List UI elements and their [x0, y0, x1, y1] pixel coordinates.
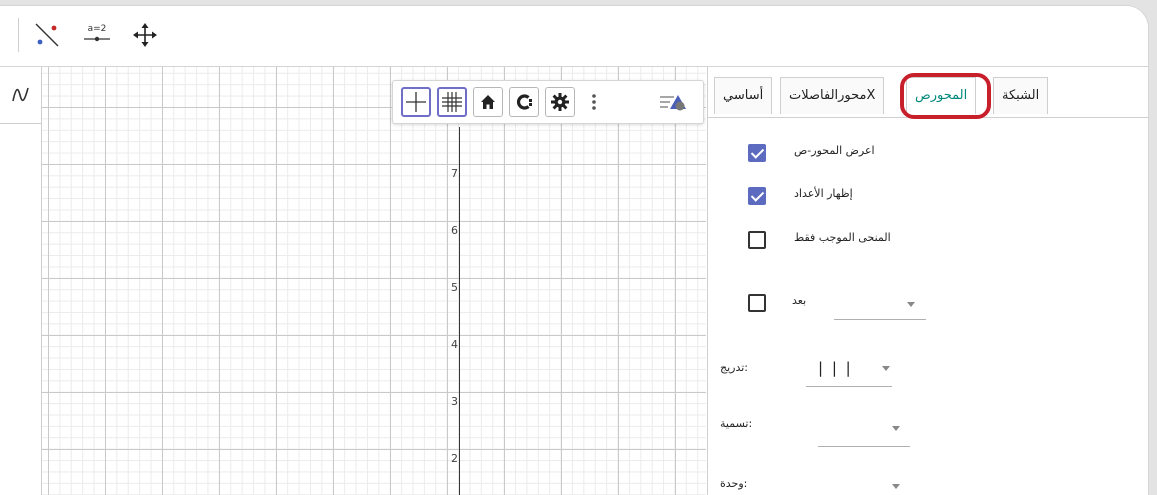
- settings-icon: [551, 93, 569, 111]
- tab-x-axis[interactable]: محورالفاصلاتX: [780, 77, 885, 114]
- unit-label: :وحدة: [720, 477, 748, 490]
- line-tool-button[interactable]: [28, 16, 66, 54]
- style-bar-toggle[interactable]: [655, 87, 691, 117]
- graphics-style-bar: [392, 80, 704, 124]
- positive-only-checkbox[interactable]: [748, 231, 766, 249]
- ticks-dropdown[interactable]: | | |: [806, 354, 892, 387]
- chevron-down-icon: [892, 484, 900, 489]
- y-tick-label: 2: [451, 452, 458, 465]
- toggle-axes-button[interactable]: [401, 87, 431, 117]
- positive-only-row: المنحى الموجب فقط: [708, 226, 1148, 256]
- grid-icon: [442, 92, 462, 112]
- distance-row: بعد: [708, 289, 1148, 320]
- chevron-down-icon: [882, 366, 890, 371]
- more-icon: [592, 94, 596, 110]
- main-toolbar: a=2: [0, 6, 1148, 67]
- app-window: a=2 7 6 5 4 3 2 أساسي محورالفاصلاتX المح…: [0, 6, 1148, 495]
- distance-dropdown[interactable]: [834, 289, 926, 320]
- ticks-value: | | |: [818, 359, 853, 377]
- capture-button[interactable]: [509, 87, 539, 117]
- tab-grid[interactable]: الشبكة: [993, 77, 1049, 114]
- toolbar-divider: [18, 18, 19, 52]
- function-icon: [11, 87, 29, 102]
- distance-label: بعد: [792, 294, 807, 307]
- move-graphics-button[interactable]: [126, 16, 164, 54]
- line-point-icon: [35, 23, 59, 47]
- show-y-axis-label: اعرض المحور-ص: [794, 144, 875, 157]
- graphics-settings-button[interactable]: [545, 87, 575, 117]
- y-axis-line: [459, 127, 460, 495]
- standard-view-button[interactable]: [473, 87, 503, 117]
- move-graphics-icon: [133, 23, 157, 47]
- y-tick-label: 7: [451, 167, 458, 180]
- label-dropdown[interactable]: [818, 412, 910, 447]
- properties-panel: أساسي محورالفاصلاتX المحورص الشبكة اعرض …: [707, 67, 1148, 495]
- chevron-down-icon: [892, 426, 900, 431]
- c-icon: [516, 94, 532, 110]
- show-y-axis-checkbox[interactable]: [748, 144, 766, 162]
- y-tick-label: 4: [451, 338, 458, 351]
- show-numbers-label: إظهار الأعداد: [794, 187, 853, 200]
- show-numbers-row: إظهار الأعداد: [708, 182, 1148, 212]
- axes-icon: [406, 92, 426, 112]
- tab-basic[interactable]: أساسي: [714, 77, 773, 114]
- home-icon: [481, 95, 495, 109]
- style-bar-icon: [660, 95, 686, 111]
- unit-dropdown[interactable]: [818, 472, 910, 495]
- distance-checkbox[interactable]: [748, 294, 766, 312]
- label-field-label: :تسمية: [720, 417, 753, 430]
- more-options-button[interactable]: [583, 89, 605, 115]
- ticks-label: :تدريج: [720, 361, 749, 374]
- slider-label: a=2: [88, 24, 107, 34]
- label-row: :تسمية: [708, 412, 1148, 447]
- chevron-down-icon: [907, 302, 915, 307]
- algebra-input-button[interactable]: [0, 67, 41, 124]
- ticks-row: :تدريج | | |: [708, 354, 1148, 387]
- unit-row: :وحدة: [708, 472, 1148, 495]
- y-tick-label: 6: [451, 224, 458, 237]
- y-tick-label: 3: [451, 395, 458, 408]
- properties-tabs: أساسي محورالفاصلاتX المحورص الشبكة: [708, 67, 1148, 119]
- show-y-axis-row: اعرض المحور-ص: [708, 139, 1148, 169]
- graphics-view[interactable]: 7 6 5 4 3 2: [42, 67, 706, 495]
- show-numbers-checkbox[interactable]: [748, 187, 766, 205]
- toggle-grid-button[interactable]: [437, 87, 467, 117]
- tab-y-axis[interactable]: المحورص: [906, 77, 977, 114]
- slider-icon: a=2: [84, 24, 110, 42]
- slider-tool-button[interactable]: a=2: [78, 16, 116, 54]
- algebra-view: [0, 67, 42, 495]
- y-tick-label: 5: [451, 281, 458, 294]
- positive-only-label: المنحى الموجب فقط: [794, 231, 891, 244]
